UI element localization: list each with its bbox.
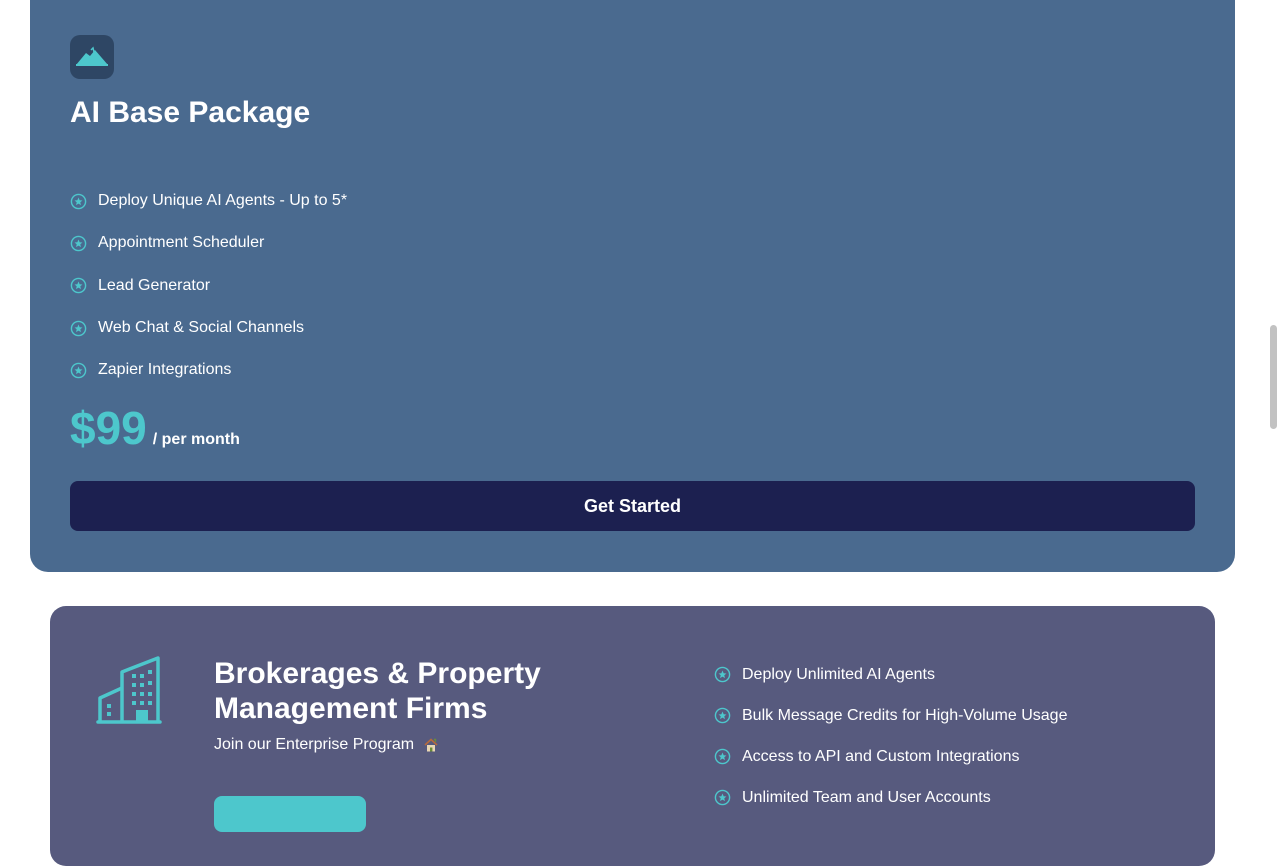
star-circle-icon [714, 666, 731, 683]
office-building-icon [96, 656, 162, 724]
feature-label: Unlimited Team and User Accounts [742, 788, 991, 806]
get-started-button[interactable]: Get Started [70, 481, 1195, 531]
star-circle-icon [70, 235, 87, 252]
star-circle-icon [714, 789, 731, 806]
feature-label: Lead Generator [98, 276, 211, 294]
house-roof-icon [70, 35, 114, 79]
price-period: / per month [152, 431, 240, 448]
package-title: AI Base Package [70, 96, 311, 129]
enterprise-cta-button[interactable] [214, 796, 366, 832]
enterprise-feature-list: Deploy Unlimited AI Agents Bulk Message … [714, 654, 1067, 818]
price: $99 [70, 402, 147, 454]
scrollbar-thumb[interactable] [1270, 325, 1277, 429]
star-circle-icon [70, 320, 87, 336]
feature-label: Access to API and Custom Integrations [742, 747, 1020, 765]
feature-label: Deploy Unique AI Agents - Up to 5* [98, 192, 348, 210]
feature-label: Web Chat & Social Channels [98, 319, 305, 337]
price-row: $99 / per month [70, 405, 240, 451]
feature-item: Deploy Unlimited AI Agents [714, 654, 1067, 695]
feature-item: Appointment Scheduler [70, 222, 347, 264]
enterprise-card: Brokerages & Property Management Firms J… [50, 606, 1215, 866]
feature-item: Unlimited Team and User Accounts [714, 777, 1067, 818]
base-feature-list: Deploy Unique AI Agents - Up to 5* Appoi… [70, 180, 347, 391]
enterprise-subtitle: Join our Enterprise Program [214, 736, 439, 754]
enterprise-subtitle-text: Join our Enterprise Program [214, 736, 415, 753]
feature-item: Lead Generator [70, 265, 347, 307]
feature-item: Zapier Integrations [70, 349, 347, 391]
star-circle-icon [70, 362, 87, 379]
feature-item: Web Chat & Social Channels [70, 307, 347, 349]
page-scrollbar[interactable] [1267, 0, 1280, 800]
enterprise-title: Brokerages & Property Management Firms [214, 657, 541, 725]
feature-label: Appointment Scheduler [98, 234, 265, 252]
base-package-card: AI Base Package Deploy Unique AI Agents … [30, 0, 1235, 572]
feature-label: Zapier Integrations [98, 361, 232, 379]
feature-label: Bulk Message Credits for High-Volume Usa… [742, 706, 1068, 724]
feature-item: Bulk Message Credits for High-Volume Usa… [714, 695, 1067, 736]
star-circle-icon [714, 748, 731, 765]
star-circle-icon [70, 193, 87, 209]
star-circle-icon [714, 707, 731, 724]
feature-label: Deploy Unlimited AI Agents [742, 665, 935, 683]
feature-item: Deploy Unique AI Agents - Up to 5* [70, 180, 347, 222]
feature-item: Access to API and Custom Integrations [714, 736, 1067, 777]
house-icon [424, 738, 438, 752]
star-circle-icon [70, 277, 87, 294]
